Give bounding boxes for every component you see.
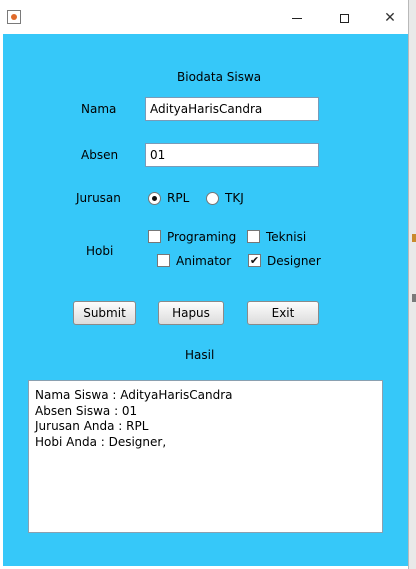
hasil-line-absen: Absen Siswa : 01 — [35, 403, 138, 418]
nama-label: Nama — [81, 102, 117, 116]
tkj-radio[interactable] — [206, 192, 219, 205]
animator-checkbox-label[interactable]: Animator — [176, 254, 231, 268]
teknisi-checkbox[interactable] — [247, 230, 260, 243]
minimize-icon — [292, 17, 302, 19]
close-button[interactable]: ✕ — [378, 8, 402, 28]
background-marker — [412, 294, 416, 302]
background-window-edge — [409, 0, 416, 569]
nama-field[interactable]: AdityaHarisCandra — [145, 97, 319, 121]
hasil-textarea[interactable]: Nama Siswa : AdityaHarisCandra Absen Sis… — [28, 380, 383, 533]
exit-button[interactable]: Exit — [247, 301, 319, 325]
rpl-radio-label[interactable]: RPL — [167, 191, 189, 205]
teknisi-checkbox-label[interactable]: Teknisi — [266, 230, 306, 244]
absen-field[interactable]: 01 — [145, 143, 319, 167]
rpl-radio[interactable] — [148, 192, 161, 205]
java-app-icon[interactable] — [7, 10, 21, 24]
programing-checkbox[interactable] — [148, 230, 161, 243]
hasil-line-nama: Nama Siswa : AdityaHarisCandra — [35, 388, 233, 402]
checkmark-icon: ✔ — [249, 254, 260, 267]
form-panel: Biodata Siswa Nama AdityaHarisCandra Abs… — [3, 34, 408, 566]
programing-checkbox-label[interactable]: Programing — [167, 230, 236, 244]
background-marker — [412, 234, 416, 242]
hobi-label: Hobi — [86, 244, 114, 258]
designer-checkbox-label[interactable]: Designer — [267, 254, 321, 268]
title-bar[interactable]: ✕ — [0, 0, 408, 34]
minimize-button[interactable] — [285, 8, 309, 28]
tkj-radio-label[interactable]: TKJ — [225, 191, 244, 205]
absen-label: Absen — [81, 148, 119, 162]
animator-checkbox[interactable] — [157, 254, 170, 267]
jurusan-label: Jurusan — [76, 191, 121, 205]
maximize-button[interactable] — [332, 8, 356, 28]
hasil-line-jurusan: Jurusan Anda : RPL — [35, 419, 149, 433]
maximize-icon — [339, 13, 349, 23]
hasil-line-hobi: Hobi Anda : Designer, — [35, 434, 167, 449]
close-icon: ✕ — [384, 10, 396, 26]
hapus-button[interactable]: Hapus — [158, 301, 224, 325]
submit-button[interactable]: Submit — [73, 301, 136, 325]
form-heading: Biodata Siswa — [177, 70, 262, 84]
hasil-label: Hasil — [185, 348, 215, 362]
designer-checkbox[interactable]: ✔ — [248, 254, 261, 267]
app-window: ✕ Biodata Siswa Nama AdityaHarisCandra A… — [0, 0, 409, 569]
